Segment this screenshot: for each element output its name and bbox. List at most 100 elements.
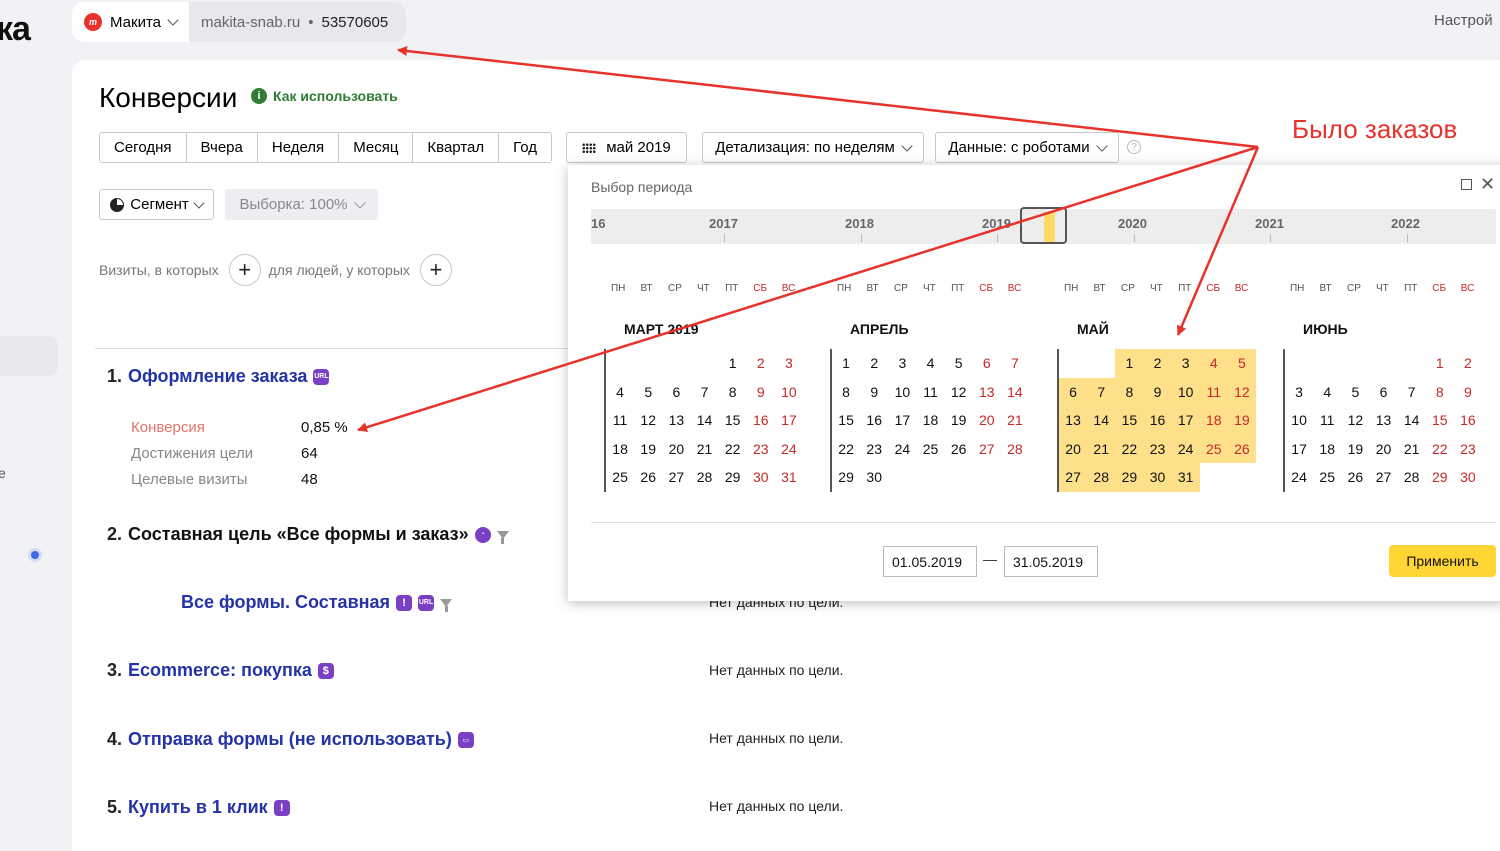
day-cell[interactable]: 17 [1171,406,1200,435]
day-cell[interactable]: 6 [1059,377,1088,406]
day-cell[interactable]: 20 [662,435,690,464]
rail-active-item[interactable] [0,336,58,376]
month-name[interactable]: АПРЕЛЬ [850,321,909,337]
rail-notification-dot[interactable] [28,548,42,562]
period-today-button[interactable]: Сегодня [100,133,187,162]
date-to-input[interactable]: 31.05.2019 [1004,546,1098,577]
app-logo[interactable]: ка [0,10,31,49]
day-cell[interactable]: 7 [1087,377,1116,406]
day-cell[interactable]: 22 [832,435,860,464]
day-cell[interactable]: 12 [634,406,662,435]
month-name[interactable]: МАРТ 2019 [624,321,699,337]
day-cell[interactable]: 29 [1426,463,1454,492]
timeline-window-handle[interactable] [1020,207,1067,244]
day-cell[interactable]: 12 [1227,377,1256,406]
day-cell[interactable]: 8 [832,378,860,407]
day-cell[interactable]: 21 [1087,434,1116,463]
day-cell[interactable]: 18 [1313,435,1341,464]
day-cell[interactable]: 11 [1313,406,1341,435]
day-cell[interactable]: 24 [775,435,803,464]
day-cell[interactable]: 10 [1285,406,1313,435]
day-cell[interactable]: 3 [1171,349,1200,378]
day-cell[interactable]: 3 [1285,378,1313,407]
counter-selector[interactable]: m Макита makita-snab.ru • 53570605 [72,2,407,42]
day-cell[interactable]: 6 [1369,378,1397,407]
goal-name-link[interactable]: Все формы. Составная [181,592,390,613]
day-cell[interactable]: 2 [1454,349,1482,378]
day-cell[interactable]: 9 [860,378,888,407]
day-cell[interactable]: 5 [634,378,662,407]
segment-dropdown[interactable]: Сегмент [99,189,214,220]
day-cell[interactable]: 26 [945,435,973,464]
day-cell[interactable]: 4 [606,378,634,407]
goal-name-link[interactable]: Оформление заказа [128,366,307,387]
day-cell[interactable]: 2 [1143,349,1172,378]
day-cell[interactable]: 5 [945,349,973,378]
day-cell[interactable]: 22 [719,435,747,464]
day-cell[interactable]: 9 [747,378,775,407]
day-cell[interactable]: 2 [860,349,888,378]
timeline-year[interactable]: 2017 [709,216,738,231]
day-cell[interactable]: 4 [1313,378,1341,407]
day-cell[interactable]: 19 [634,435,662,464]
settings-link[interactable]: Настрой [1434,12,1493,29]
day-cell[interactable]: 18 [606,435,634,464]
day-cell[interactable]: 1 [719,349,747,378]
day-cell[interactable]: 23 [860,435,888,464]
day-cell[interactable]: 21 [690,435,718,464]
day-cell[interactable]: 19 [945,406,973,435]
day-cell[interactable]: 19 [1341,435,1369,464]
funnel-icon[interactable] [440,598,453,612]
day-cell[interactable]: 11 [606,406,634,435]
day-cell[interactable]: 16 [1143,406,1172,435]
day-cell[interactable]: 26 [1341,463,1369,492]
day-cell[interactable]: 29 [832,463,860,492]
day-cell[interactable]: 28 [1087,463,1116,492]
timeline-year[interactable]: 2018 [845,216,874,231]
day-cell[interactable]: 22 [1115,434,1144,463]
day-cell[interactable]: 18 [1199,406,1228,435]
day-cell[interactable]: 29 [1115,463,1144,492]
day-cell[interactable]: 1 [1426,349,1454,378]
period-week-button[interactable]: Неделя [257,133,340,162]
day-cell[interactable]: 10 [1171,377,1200,406]
day-cell[interactable]: 30 [1454,463,1482,492]
year-timeline[interactable]: 16 2017 2018 2019 2020 2021 2022 [591,207,1496,244]
day-cell[interactable]: 21 [1001,406,1029,435]
day-cell[interactable]: 20 [1059,434,1088,463]
day-cell[interactable]: 13 [973,378,1001,407]
day-cell[interactable]: 19 [1227,406,1256,435]
add-people-condition-button[interactable]: + [419,254,452,286]
period-month-button[interactable]: Месяц [339,133,414,162]
day-cell[interactable]: 17 [1285,435,1313,464]
day-cell[interactable]: 30 [860,463,888,492]
day-cell[interactable]: 23 [1454,435,1482,464]
day-cell[interactable]: 14 [690,406,718,435]
day-cell[interactable]: 1 [1115,349,1144,378]
day-cell[interactable]: 25 [1199,434,1228,463]
day-cell[interactable]: 23 [1143,434,1172,463]
day-cell[interactable]: 5 [1341,378,1369,407]
day-cell[interactable]: 6 [973,349,1001,378]
day-cell[interactable]: 8 [719,378,747,407]
day-cell[interactable]: 24 [1285,463,1313,492]
timeline-year[interactable]: 16 [591,216,605,231]
day-cell[interactable]: 21 [1398,435,1426,464]
day-cell[interactable]: 16 [747,406,775,435]
day-cell[interactable]: 16 [860,406,888,435]
day-cell[interactable]: 1 [832,349,860,378]
date-from-input[interactable]: 01.05.2019 [883,546,977,577]
day-cell[interactable]: 15 [719,406,747,435]
day-cell[interactable]: 20 [1369,435,1397,464]
day-cell[interactable]: 10 [888,378,916,407]
day-cell[interactable]: 9 [1143,377,1172,406]
day-cell[interactable]: 14 [1001,378,1029,407]
day-cell[interactable]: 30 [747,463,775,492]
funnel-icon[interactable] [496,530,509,544]
month-name[interactable]: ИЮНЬ [1303,321,1348,337]
period-yesterday-button[interactable]: Вчера [186,133,258,162]
day-cell[interactable]: 24 [888,435,916,464]
day-cell[interactable]: 9 [1454,378,1482,407]
apply-button[interactable]: Применить [1389,545,1496,577]
goal-name-link[interactable]: Купить в 1 клик [128,797,268,818]
